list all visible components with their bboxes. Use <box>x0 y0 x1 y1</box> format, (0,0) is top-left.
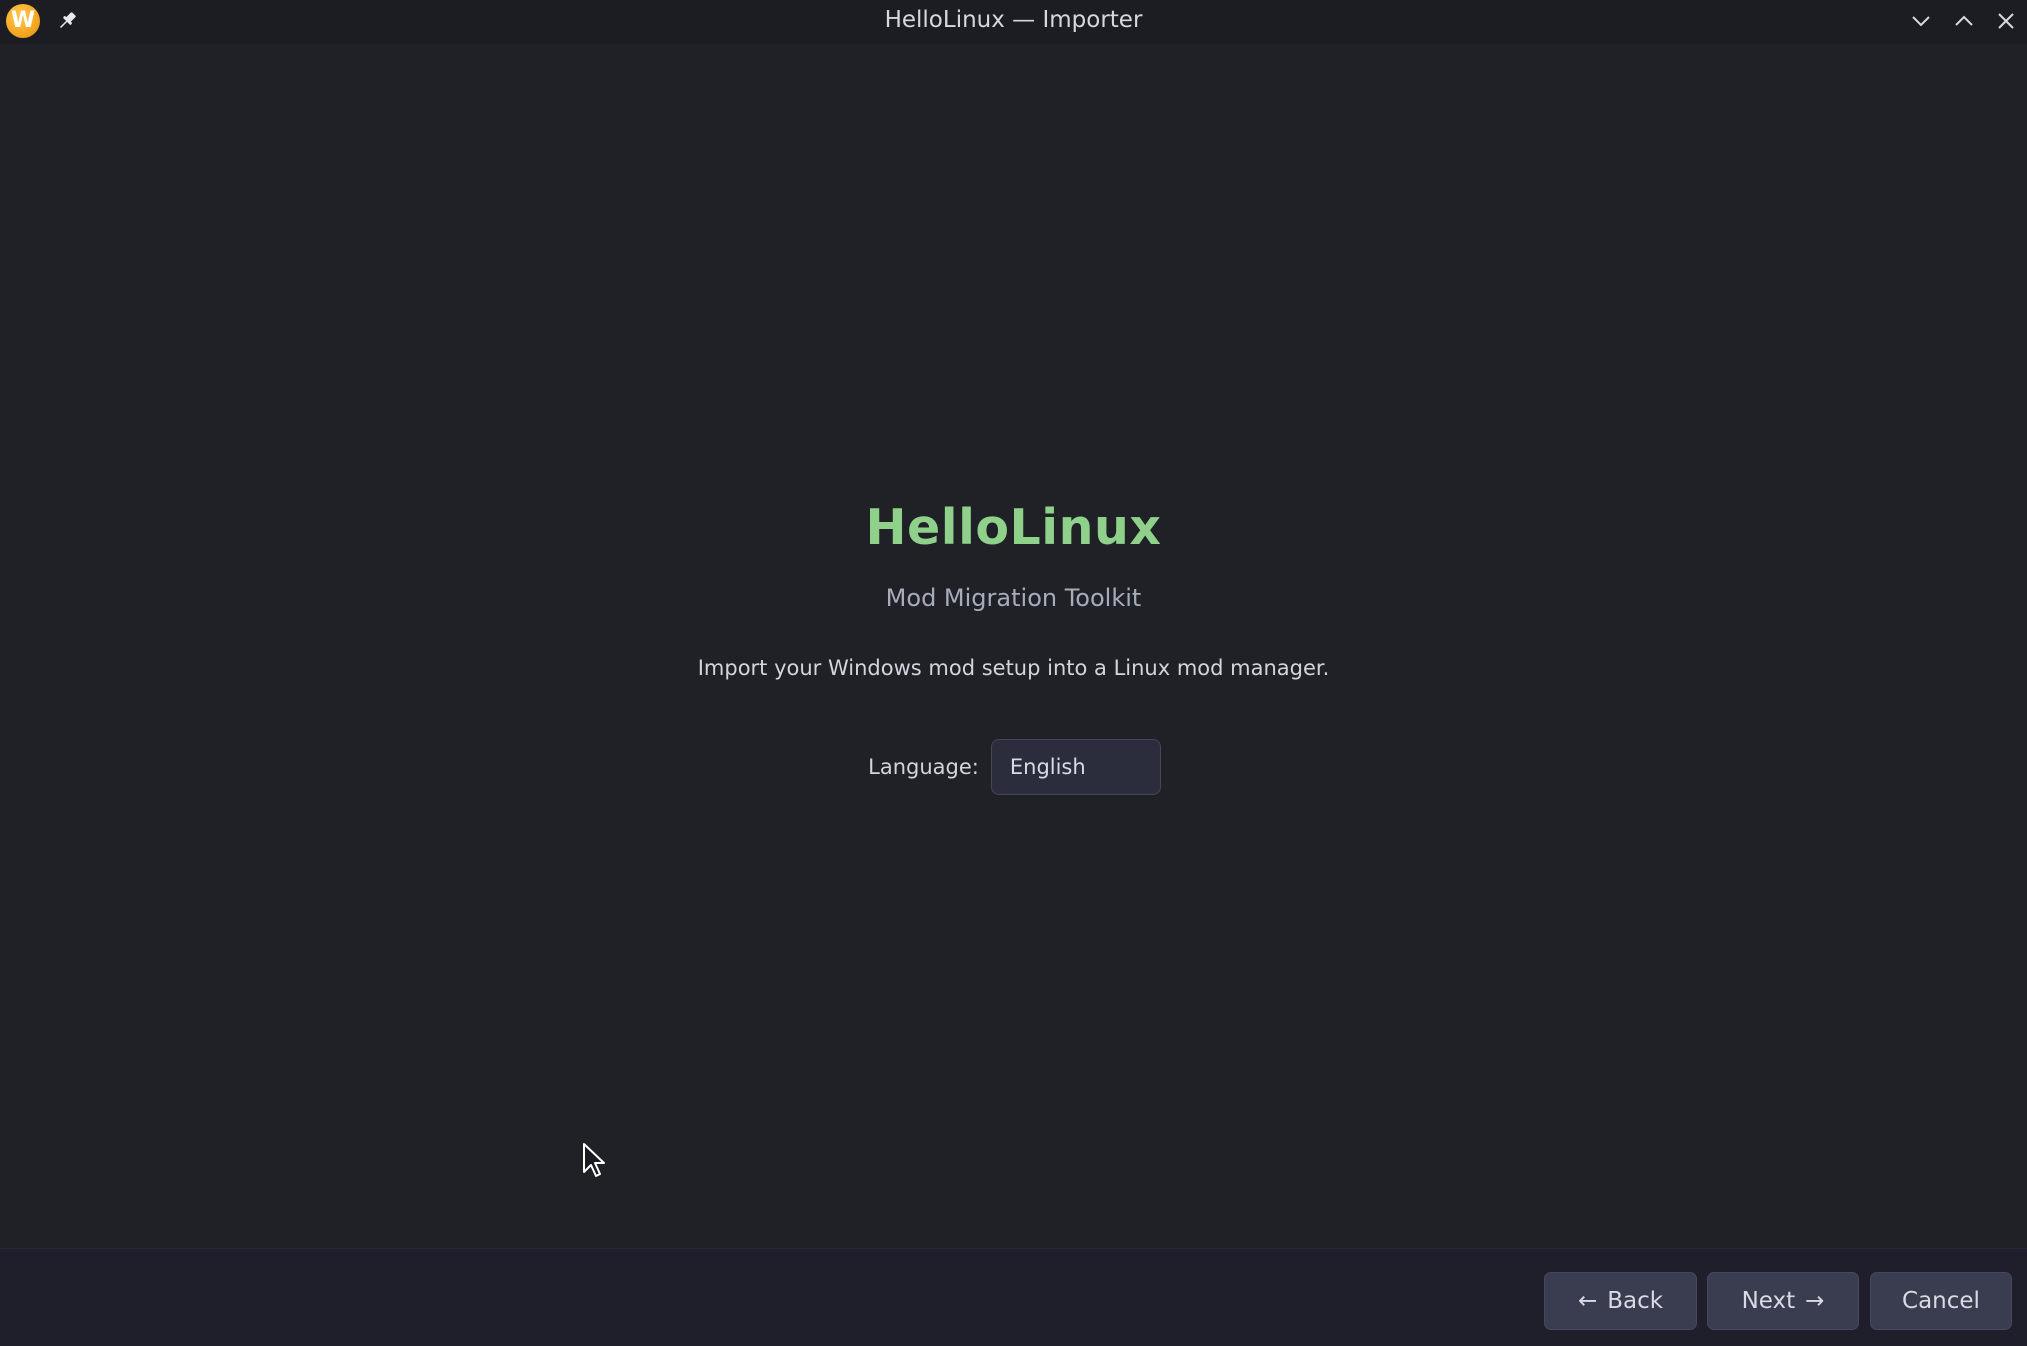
language-select[interactable]: English <box>990 739 1161 795</box>
cancel-button-label: Cancel <box>1902 1288 1980 1314</box>
language-label: Language: <box>868 755 979 779</box>
app-description: Import your Windows mod setup into a Lin… <box>697 656 1330 680</box>
next-button[interactable]: Next → <box>1707 1272 1859 1330</box>
welcome-page: HelloLinux Mod Migration Toolkit Import … <box>0 44 2027 1248</box>
close-icon[interactable] <box>1991 6 2021 36</box>
back-button-label: Back <box>1607 1288 1664 1314</box>
language-row: Language: English <box>0 738 2027 796</box>
arrow-right-icon: → <box>1805 1288 1825 1314</box>
title-bar: W HelloLinux — Importer <box>0 0 2027 44</box>
language-select-value: English <box>1009 755 1086 779</box>
arrow-left-icon: ← <box>1577 1288 1598 1314</box>
window-title: HelloLinux — Importer <box>884 7 1143 33</box>
next-button-label: Next <box>1741 1288 1796 1314</box>
app-title: HelloLinux <box>865 499 1162 556</box>
app-subtitle: Mod Migration Toolkit <box>885 584 1142 612</box>
chevron-down-icon[interactable] <box>1906 6 1936 36</box>
importer-window: W HelloLinux — Importer HelloLinux Mod M… <box>0 0 2027 1346</box>
back-button[interactable]: ← Back <box>1544 1272 1697 1330</box>
chevron-up-icon[interactable] <box>1949 6 1979 36</box>
mouse-pointer-icon <box>583 1143 605 1177</box>
wizard-footer: ← Back Next → Cancel <box>0 1248 2027 1346</box>
cancel-button[interactable]: Cancel <box>1870 1272 2012 1330</box>
